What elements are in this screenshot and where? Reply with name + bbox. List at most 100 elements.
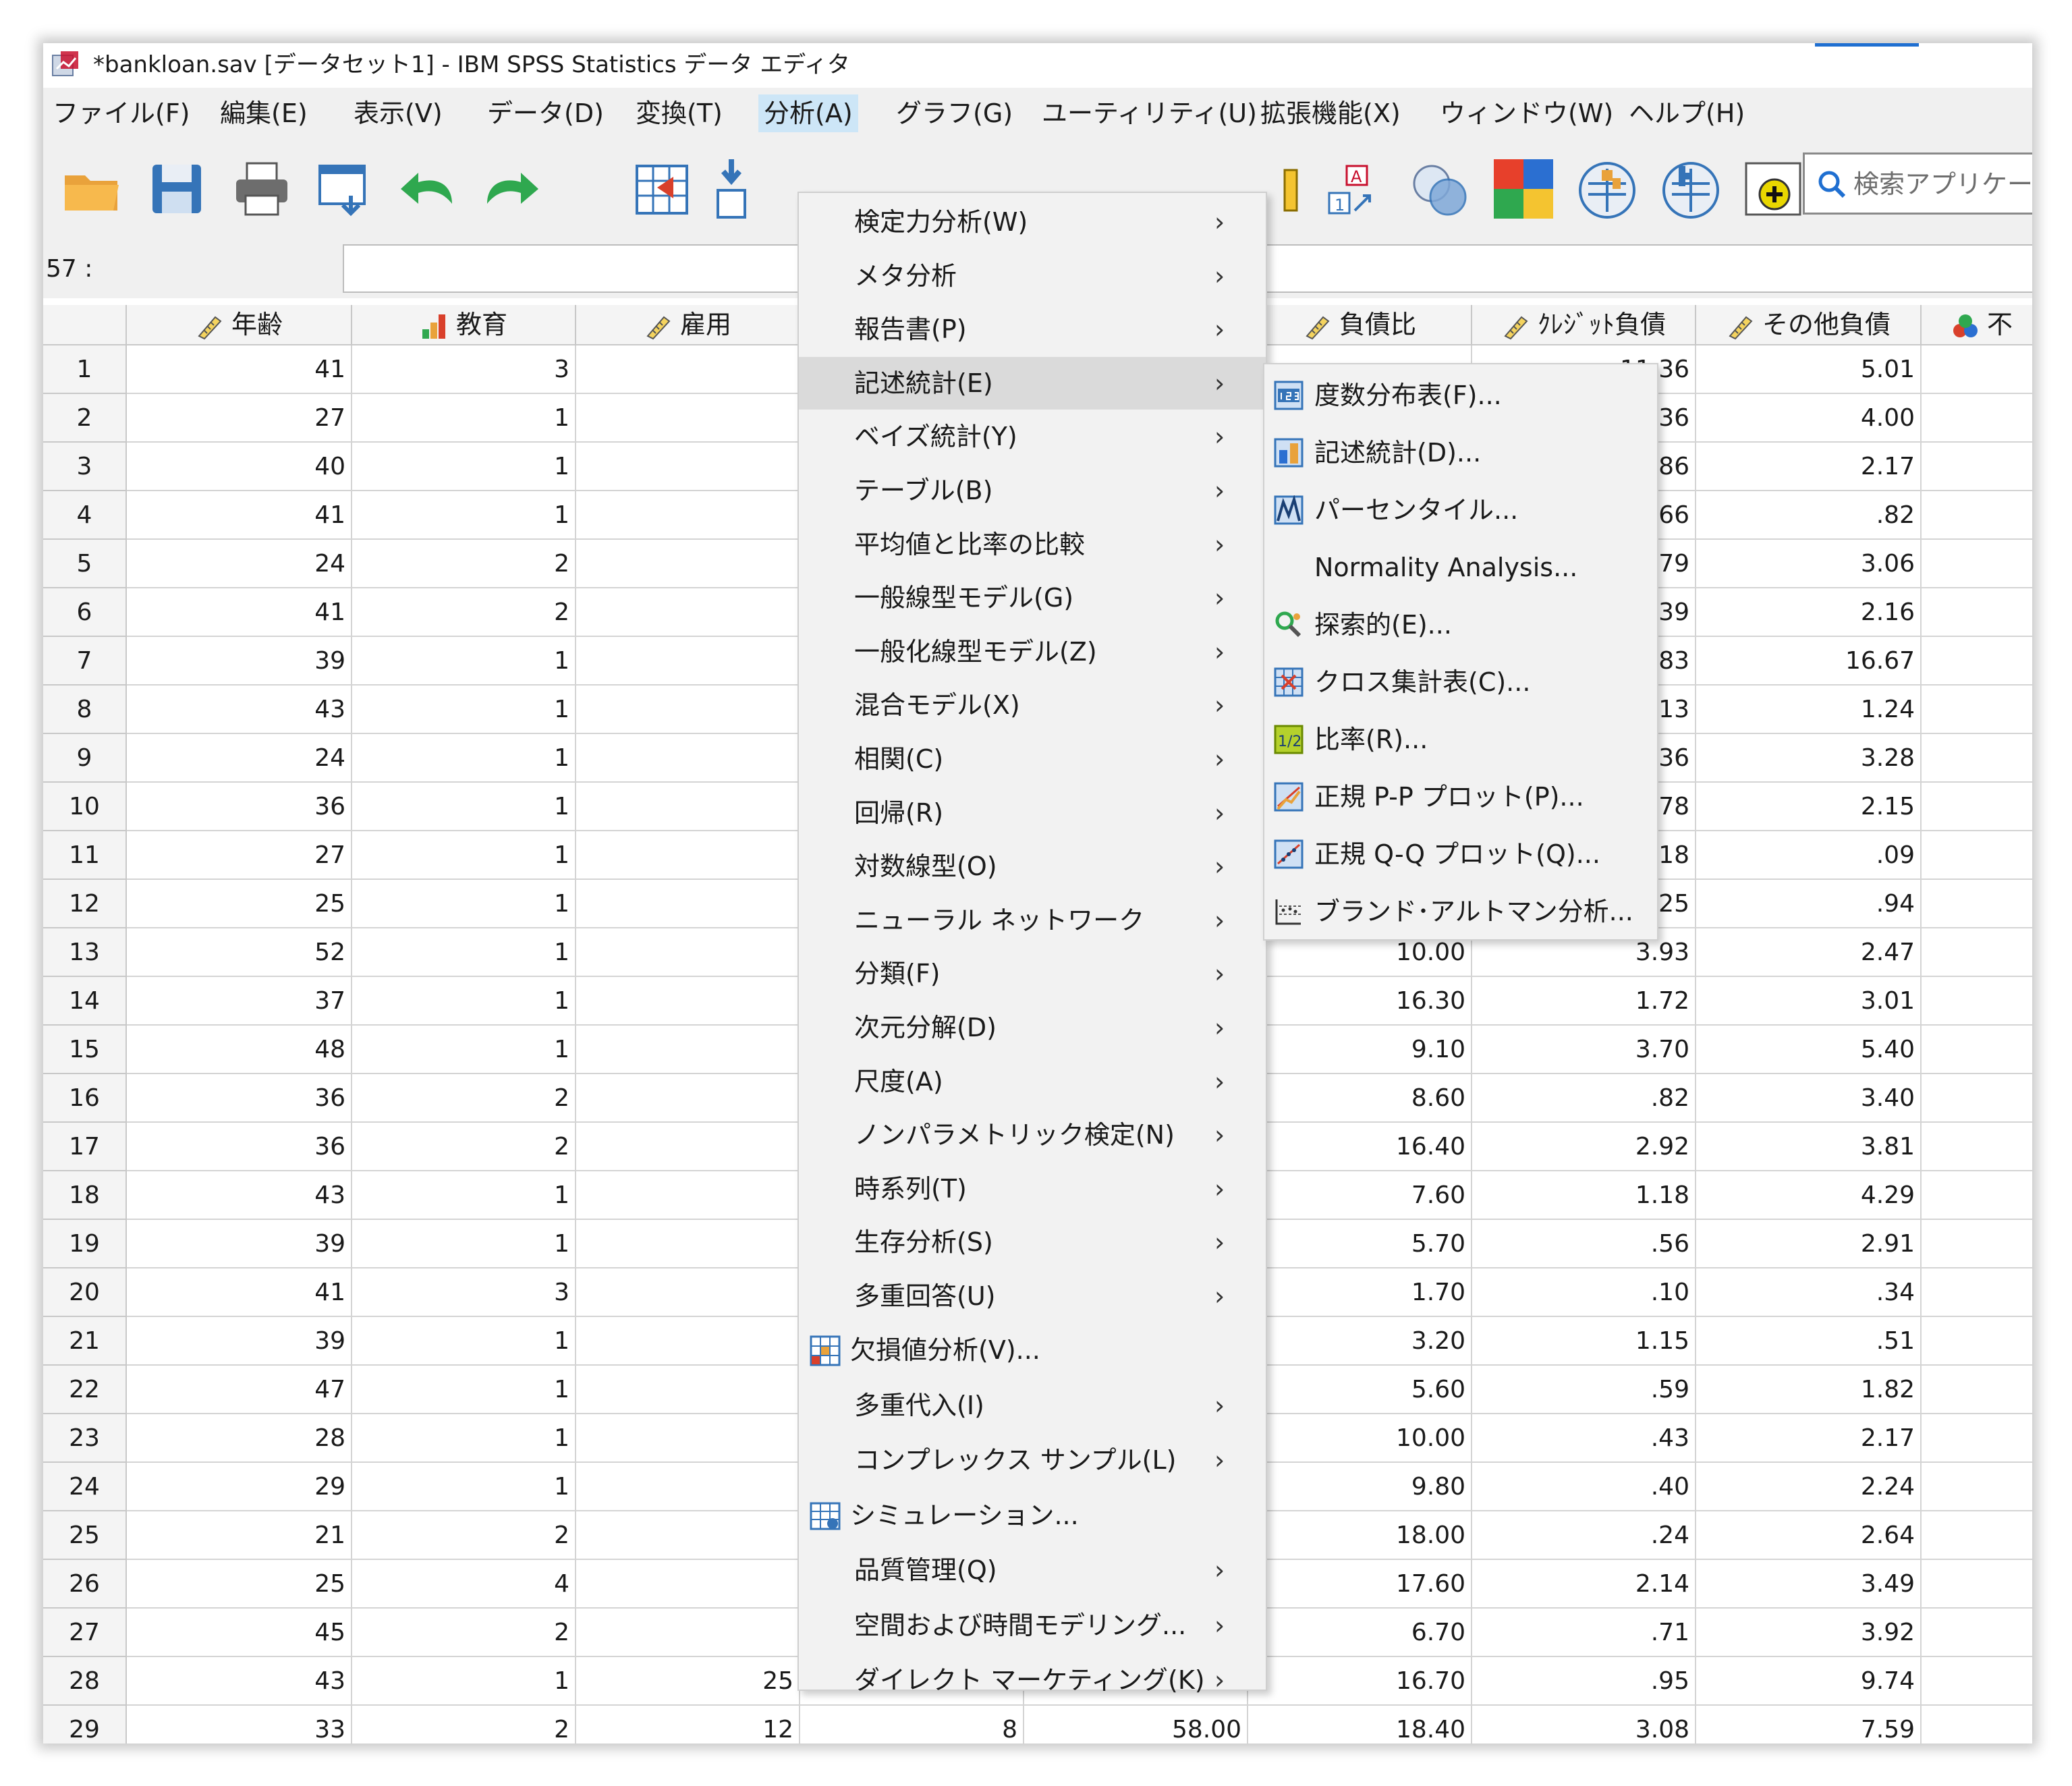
data-cell[interactable]: .71 (1472, 1609, 1696, 1657)
column-header-1[interactable]: 年齢 (127, 305, 352, 345)
data-cell[interactable]: 4.29 (1696, 1171, 1922, 1220)
data-cell[interactable]: 27 (127, 394, 352, 443)
data-cell[interactable]: 17.60 (1248, 1560, 1472, 1609)
data-cell[interactable]: 7.59 (1696, 1706, 1922, 1743)
data-cell[interactable] (1922, 1657, 2032, 1706)
data-cell[interactable]: 2.17 (1696, 443, 1922, 491)
data-cell[interactable] (1922, 491, 2032, 540)
undo-icon[interactable] (395, 157, 460, 221)
data-cell[interactable] (576, 1317, 800, 1366)
analyze-menu-item-13[interactable]: 対数線型(O) › (799, 840, 1266, 893)
data-cell[interactable] (576, 686, 800, 734)
column-header-9[interactable]: 不 (1922, 305, 2032, 345)
descriptive-submenu-item-1[interactable]: 度数分布表(F)... (1264, 367, 1657, 424)
data-cell[interactable] (576, 1366, 800, 1414)
data-cell[interactable] (576, 491, 800, 540)
data-cell[interactable] (576, 783, 800, 831)
row-number[interactable]: 22 (43, 1366, 127, 1414)
analyze-menu-item-26[interactable]: 品質管理(Q) › (799, 1544, 1266, 1596)
data-cell[interactable] (1922, 1171, 2032, 1220)
analyze-menu-item-3[interactable]: 報告書(P) › (799, 303, 1266, 356)
data-cell[interactable]: 1 (352, 443, 576, 491)
data-cell[interactable]: 2 (352, 540, 576, 588)
descriptive-submenu-item-6[interactable]: クロス集計表(C)... (1264, 654, 1657, 710)
row-number[interactable]: 17 (43, 1123, 127, 1171)
data-cell[interactable]: 36 (127, 1123, 352, 1171)
menu-8[interactable]: ユーティリティ(U) (1036, 94, 1262, 132)
data-cell[interactable]: 39 (127, 1317, 352, 1366)
analyze-menu-item-17[interactable]: 尺度(A) › (799, 1055, 1266, 1108)
analyze-menu-item-25[interactable]: シミュレーション... (799, 1489, 1266, 1542)
data-cell[interactable]: .82 (1472, 1074, 1696, 1123)
data-cell[interactable]: 1 (352, 1366, 576, 1414)
data-cell[interactable]: 1 (352, 1317, 576, 1366)
analyze-menu-item-24[interactable]: コンプレックス サンプル(L) › (799, 1434, 1266, 1486)
menu-6[interactable]: 分析(A) (758, 94, 858, 132)
data-cell[interactable] (576, 928, 800, 977)
run-descriptives-icon[interactable] (1741, 157, 1805, 221)
data-cell[interactable]: 24 (127, 540, 352, 588)
data-cell[interactable]: 3.92 (1696, 1609, 1922, 1657)
row-number[interactable]: 23 (43, 1414, 127, 1463)
row-number[interactable]: 8 (43, 686, 127, 734)
data-cell[interactable]: 16.67 (1696, 637, 1922, 686)
goto-case-icon[interactable] (630, 157, 695, 221)
data-cell[interactable]: 5.60 (1248, 1366, 1472, 1414)
data-cell[interactable]: 1 (352, 637, 576, 686)
data-cell[interactable] (576, 1609, 800, 1657)
data-cell[interactable]: .51 (1696, 1317, 1922, 1366)
row-number[interactable]: 11 (43, 831, 127, 880)
data-cell[interactable]: 12 (576, 1706, 800, 1743)
data-cell[interactable]: 4 (352, 1560, 576, 1609)
data-cell[interactable] (576, 1560, 800, 1609)
row-number[interactable]: 13 (43, 928, 127, 977)
data-cell[interactable]: .59 (1472, 1366, 1696, 1414)
descriptive-submenu-item-8[interactable]: 正規 P-P プロット(P)... (1264, 769, 1657, 825)
data-cell[interactable]: 1 (352, 1657, 576, 1706)
data-cell[interactable]: 3.28 (1696, 734, 1922, 783)
data-cell[interactable]: 3.08 (1472, 1706, 1696, 1743)
data-cell[interactable] (1922, 734, 2032, 783)
row-number[interactable]: 14 (43, 977, 127, 1026)
data-cell[interactable]: 43 (127, 1171, 352, 1220)
data-cell[interactable] (1922, 928, 2032, 977)
analyze-menu-item-12[interactable]: 回帰(R) › (799, 787, 1266, 839)
data-cell[interactable] (1922, 1268, 2032, 1317)
menu-10[interactable]: ウィンドウ(W) (1434, 94, 1619, 132)
data-cell[interactable] (576, 977, 800, 1026)
data-cell[interactable]: 2.17 (1696, 1414, 1922, 1463)
row-number[interactable]: 20 (43, 1268, 127, 1317)
column-header-3[interactable]: 雇用 (576, 305, 800, 345)
save-icon[interactable] (144, 157, 209, 221)
data-cell[interactable]: 1.70 (1248, 1268, 1472, 1317)
menu-7[interactable]: グラフ(G) (891, 94, 1018, 132)
data-cell[interactable] (576, 588, 800, 637)
data-cell[interactable] (576, 1074, 800, 1123)
row-number[interactable]: 19 (43, 1220, 127, 1268)
column-header-7[interactable]: ｸﾚｼﾞｯﾄ負債 (1472, 305, 1696, 345)
analyze-menu-item-6[interactable]: テーブル(B) › (799, 464, 1266, 517)
analyze-menu-item-1[interactable]: 検定力分析(W) › (799, 196, 1266, 248)
analyze-menu-item-28[interactable]: ダイレクト マーケティング(K) › (799, 1654, 1266, 1706)
data-cell[interactable] (1922, 880, 2032, 928)
row-number[interactable]: 2 (43, 394, 127, 443)
data-cell[interactable]: 45 (127, 1609, 352, 1657)
data-cell[interactable]: 1.24 (1696, 686, 1922, 734)
row-number[interactable]: 12 (43, 880, 127, 928)
dialog-recall-icon[interactable] (313, 157, 378, 221)
data-cell[interactable]: 16.30 (1248, 977, 1472, 1026)
data-cell[interactable] (1922, 1026, 2032, 1074)
data-cell[interactable]: 3.81 (1696, 1123, 1922, 1171)
data-cell[interactable] (576, 1268, 800, 1317)
show-all-variables-icon[interactable] (1575, 157, 1640, 221)
column-header-6[interactable]: 負債比 (1248, 305, 1472, 345)
menu-11[interactable]: ヘルプ(H) (1623, 94, 1750, 132)
data-cell[interactable]: .34 (1696, 1268, 1922, 1317)
data-cell[interactable] (1922, 394, 2032, 443)
data-cell[interactable] (1922, 1463, 2032, 1511)
data-cell[interactable]: 2 (352, 1123, 576, 1171)
data-cell[interactable]: 2.16 (1696, 588, 1922, 637)
row-number[interactable]: 28 (43, 1657, 127, 1706)
data-cell[interactable]: 47 (127, 1366, 352, 1414)
data-cell[interactable]: 25 (576, 1657, 800, 1706)
